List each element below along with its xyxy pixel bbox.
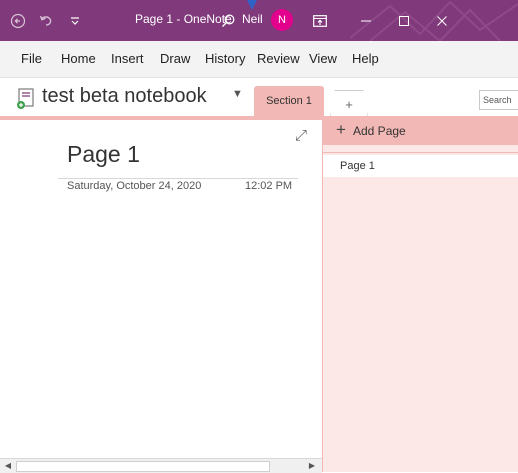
menu-home[interactable]: Home (61, 51, 96, 66)
title-bar: Page 1 - OneNote Neil N (0, 0, 518, 41)
page-title-divider (58, 178, 298, 179)
add-section-button[interactable]: + (330, 90, 368, 117)
avatar[interactable]: N (271, 9, 293, 31)
menu-file[interactable]: File (21, 51, 42, 66)
page-list-item[interactable]: Page 1 (323, 155, 518, 177)
chevron-down-icon[interactable]: ▼ (232, 88, 243, 100)
ribbon-display-icon[interactable] (308, 0, 332, 41)
undo-icon[interactable] (35, 0, 57, 41)
page-time: 12:02 PM (245, 180, 293, 192)
menu-history[interactable]: History (205, 51, 245, 66)
close-icon[interactable] (430, 0, 454, 41)
scroll-right-icon[interactable]: ▶ (306, 460, 318, 471)
menu-bar: File Home Insert Draw History Review Vie… (0, 41, 518, 78)
page-canvas[interactable] (0, 120, 322, 458)
back-icon[interactable] (6, 0, 30, 41)
search-input[interactable]: Search (479, 90, 518, 110)
add-page-button[interactable]: + Add Page (323, 117, 518, 145)
user-name[interactable]: Neil (242, 12, 263, 26)
drag-indicator-icon (247, 0, 257, 10)
menu-review[interactable]: Review (257, 51, 300, 66)
page-title[interactable]: Page 1 (67, 141, 140, 168)
quick-access-dropdown-icon[interactable] (65, 0, 85, 41)
search-icon[interactable] (216, 0, 240, 41)
expand-icon[interactable]: ⤢ (295, 127, 307, 144)
maximize-icon[interactable] (392, 0, 416, 41)
page-list-item-label: Page 1 (340, 160, 375, 172)
notebook-icon (17, 88, 34, 109)
tab-section-1[interactable]: Section 1 (254, 86, 324, 116)
menu-help[interactable]: Help (352, 51, 379, 66)
page-date: Saturday, October 24, 2020 (67, 180, 202, 192)
menu-draw[interactable]: Draw (160, 51, 190, 66)
scroll-left-icon[interactable]: ◀ (2, 460, 14, 471)
scrollbar-thumb[interactable] (16, 461, 270, 472)
minimize-icon[interactable] (354, 0, 378, 41)
add-page-label: Add Page (353, 124, 406, 138)
menu-insert[interactable]: Insert (111, 51, 144, 66)
divider (323, 152, 518, 153)
notebook-name[interactable]: test beta notebook (42, 85, 207, 108)
plus-icon: + (336, 120, 346, 139)
menu-view[interactable]: View (309, 51, 337, 66)
